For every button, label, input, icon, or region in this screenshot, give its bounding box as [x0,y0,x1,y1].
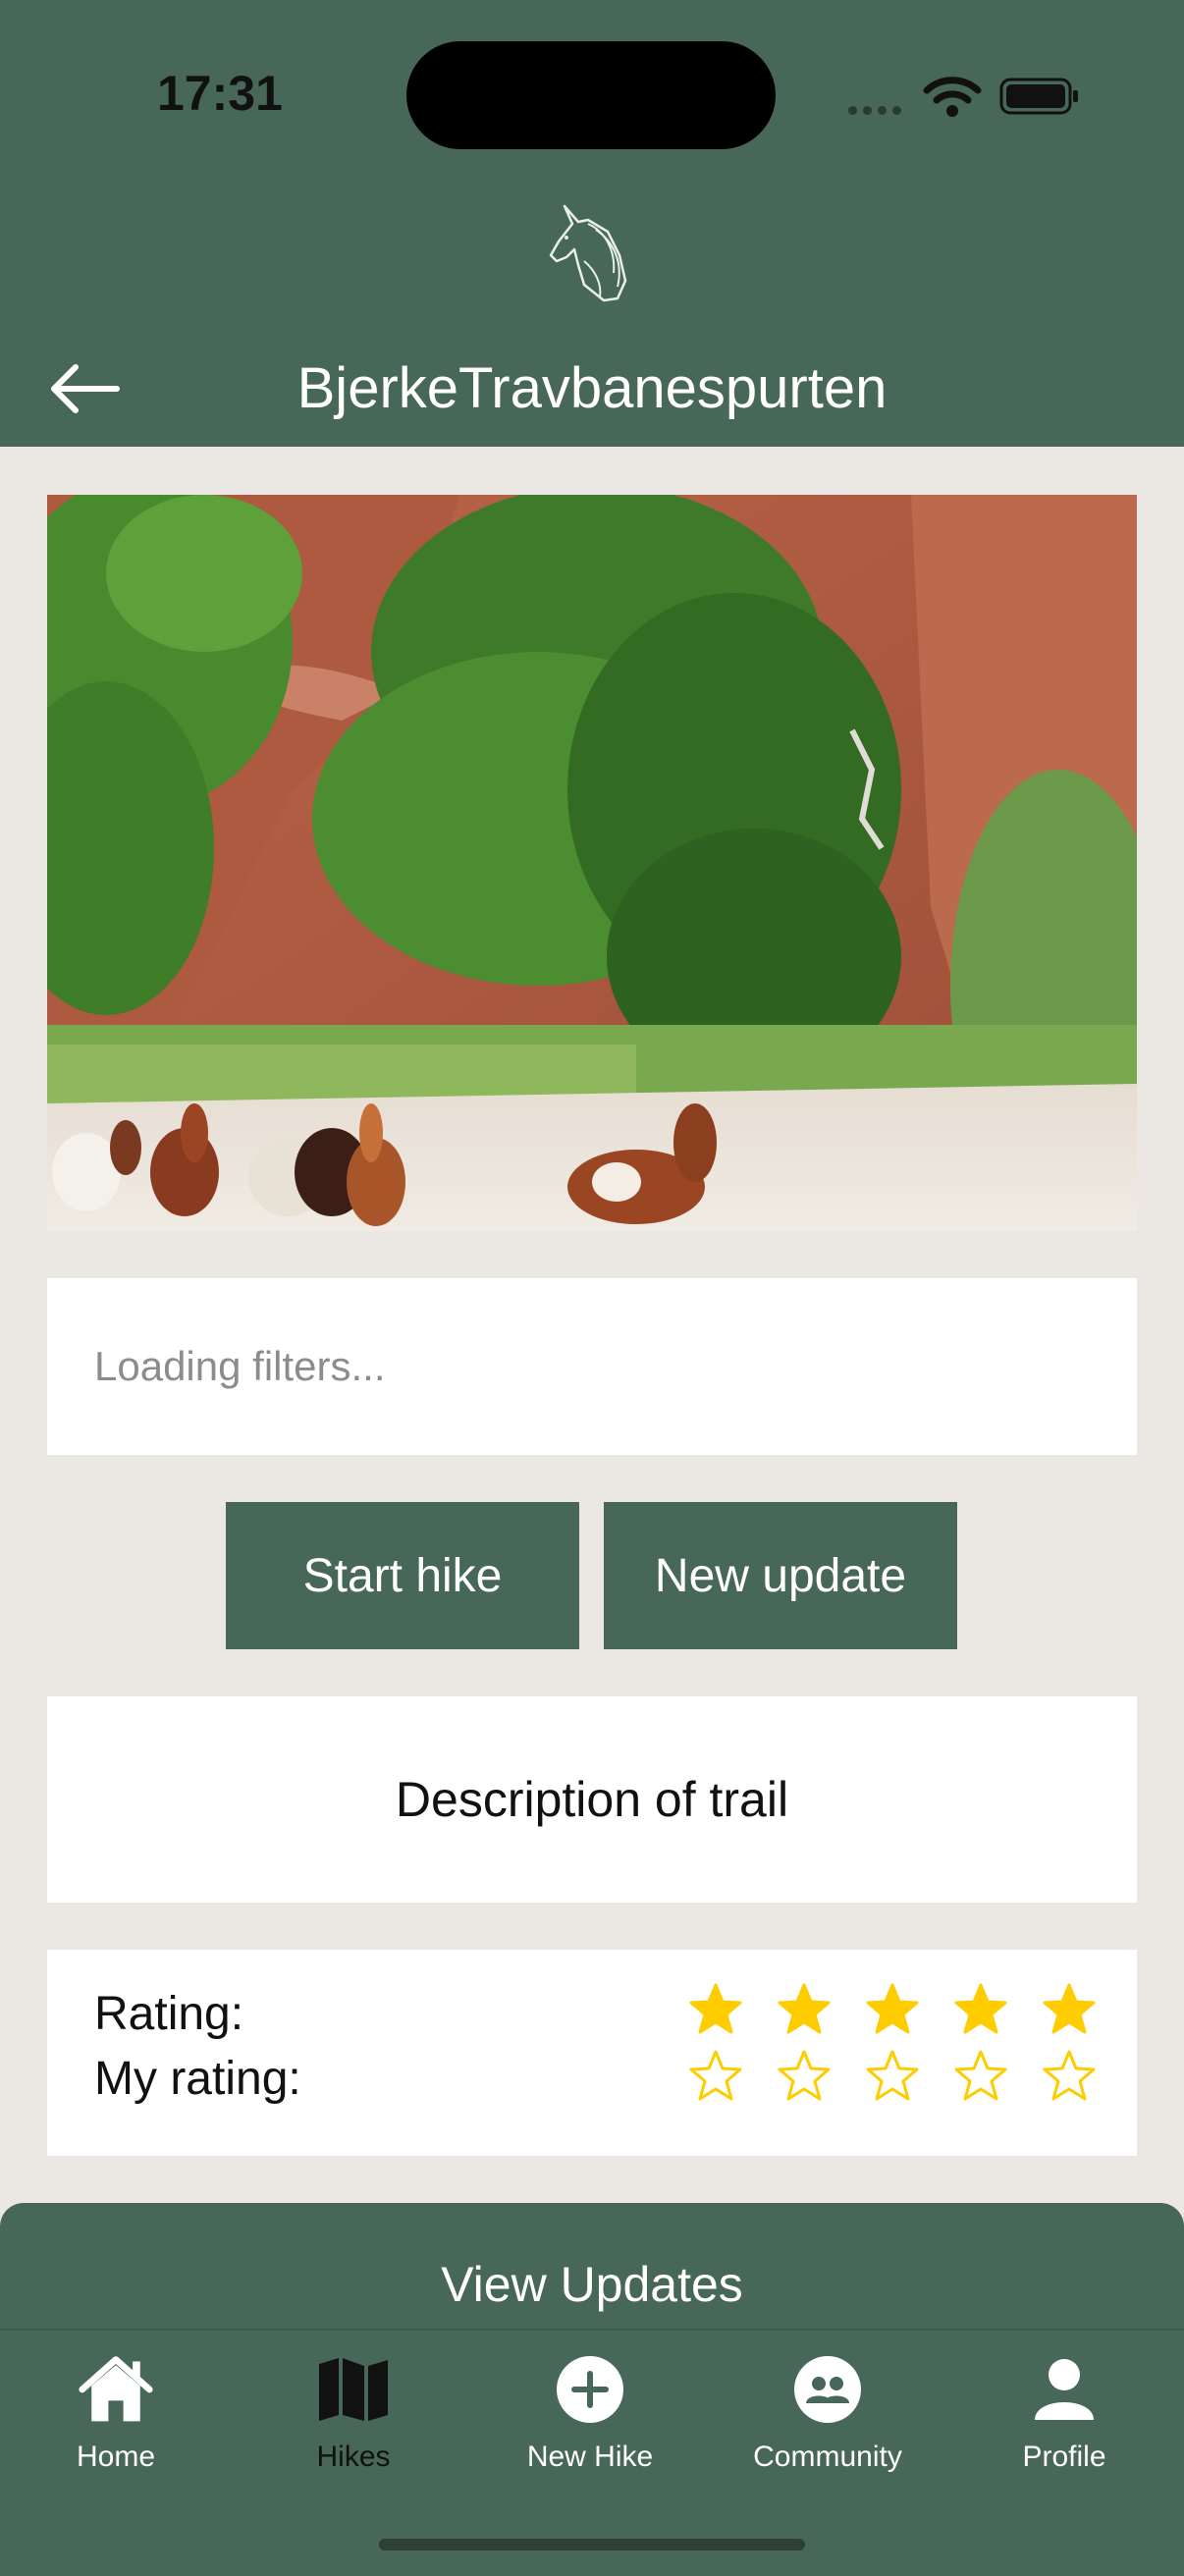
battery-icon [999,78,1078,115]
start-hike-button[interactable]: Start hike [226,1502,579,1649]
cellular-signal-icon [848,102,907,120]
tab-new-hike[interactable]: New Hike [492,2350,688,2497]
description-text: Description of trail [395,1772,789,1827]
new-update-button[interactable]: New update [604,1502,957,1649]
dynamic-island [406,41,776,149]
star-filled-icon [848,1977,937,2042]
tab-label: Profile [1022,2441,1106,2473]
star-filled-icon [1025,1977,1113,2042]
star-outline-icon[interactable] [760,2044,848,2109]
star-filled-icon [937,1977,1025,2042]
filters-field[interactable]: Loading filters... [47,1278,1137,1455]
map-icon [319,2358,388,2421]
tab-hikes[interactable]: Hikes [255,2350,452,2497]
rating-label: Rating: [94,1988,244,2040]
tab-label: New Hike [526,2441,654,2473]
tab-home[interactable]: Home [18,2350,214,2497]
filters-loading-text: Loading filters... [94,1343,386,1389]
tab-label: Community [753,2441,902,2473]
tab-label: Home [76,2441,156,2473]
status-time: 17:31 [157,66,283,121]
star-outline-icon[interactable] [937,2044,1025,2109]
star-outline-icon[interactable] [848,2044,937,2109]
my-rating-stars[interactable] [672,2044,1113,2109]
person-icon [1035,2359,1094,2420]
plus-circle-icon [557,2356,623,2423]
rating-stars [672,1977,1113,2042]
tab-label: Hikes [316,2441,391,2473]
star-filled-icon [760,1977,848,2042]
tab-profile[interactable]: Profile [966,2350,1162,2497]
page-title: BjerkeTravbanespurten [296,356,888,420]
people-icon [794,2356,861,2423]
home-indicator [379,2539,805,2550]
trail-description: Description of trail [47,1696,1137,1903]
horse-logo-icon [549,204,627,302]
trail-photo [47,495,1137,1231]
my-rating-label: My rating: [94,2053,301,2105]
star-outline-icon[interactable] [672,2044,760,2109]
star-outline-icon[interactable] [1025,2044,1113,2109]
view-updates-button[interactable]: View Updates [0,2256,1184,2313]
tab-bar: Home Hikes New Hike Community Profile [0,2331,1184,2527]
home-icon [79,2356,153,2422]
tab-community[interactable]: Community [729,2350,926,2497]
wifi-icon [923,77,982,117]
rating-card: Rating: My rating: [47,1950,1137,2156]
star-filled-icon [672,1977,760,2042]
